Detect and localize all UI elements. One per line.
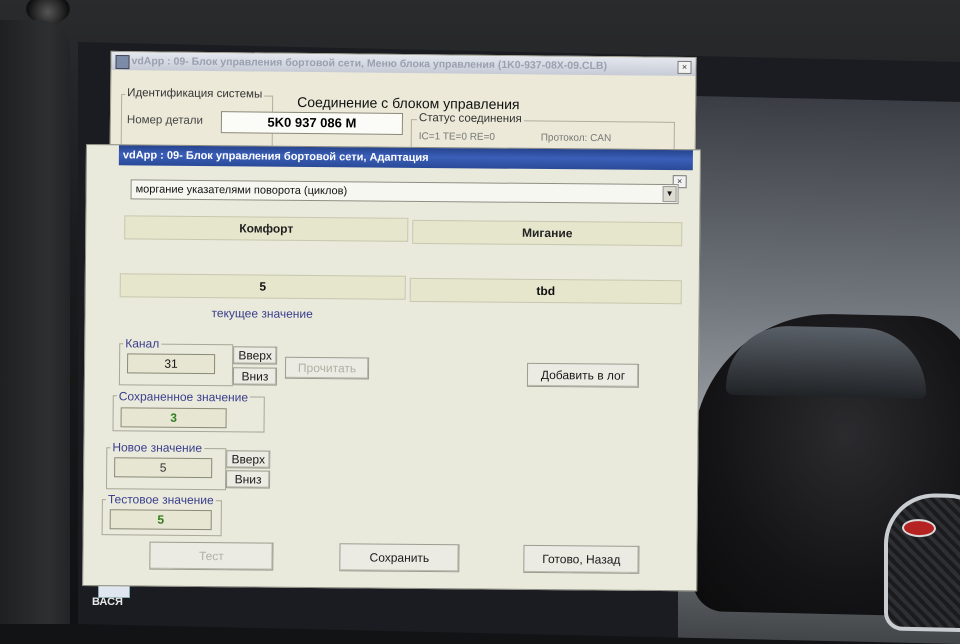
test-value-field: 5	[109, 509, 212, 531]
new-value-input[interactable]: 5	[114, 457, 213, 479]
bezel-edge	[0, 20, 70, 624]
adaptation-channel-select[interactable]: моргание указателями поворота (циклов) ▼	[130, 179, 679, 205]
back-close-icon[interactable]: ×	[677, 60, 692, 75]
channel-input[interactable]: 31	[126, 353, 216, 375]
header-miganie: Мигание	[412, 219, 683, 247]
save-button[interactable]: Сохранить	[339, 543, 460, 573]
read-button[interactable]: Прочитать	[284, 356, 370, 380]
test-button[interactable]: Тест	[149, 541, 274, 571]
adaptation-channel-value: моргание указателями поворота (циклов)	[135, 183, 348, 198]
protocol-text: Протокол: CAN	[540, 132, 612, 145]
connection-heading: Соединение с блоком управления	[297, 93, 520, 113]
new-value-down-button[interactable]: Вниз	[226, 470, 271, 489]
test-value-label: Тестовое значение	[105, 492, 216, 508]
value-miganie: tbd	[409, 277, 682, 305]
adaptation-titlebar: vdApp : 09- Блок управления бортовой сет…	[118, 145, 693, 171]
channel-up-button[interactable]: Вверх	[233, 346, 278, 365]
status-counters: IC=1 TE=0 RE=0	[418, 131, 496, 143]
channel-down-button[interactable]: Вниз	[232, 367, 278, 386]
id-group-title: Идентификация системы	[125, 87, 265, 101]
status-group-title: Статус соединения	[416, 112, 524, 126]
adaptation-window: vdApp : 09- Блок управления бортовой сет…	[82, 144, 701, 592]
new-value-up-button[interactable]: Вверх	[226, 450, 271, 469]
adaptation-title: vdApp : 09- Блок управления бортовой сет…	[122, 149, 429, 164]
new-value-label: Новое значение	[110, 440, 205, 456]
add-to-log-button[interactable]: Добавить в лог	[526, 362, 640, 388]
back-window-title: vdApp : 09- Блок управления бортовой сет…	[131, 55, 608, 73]
value-komfort: 5	[119, 273, 406, 300]
done-back-button[interactable]: Готово, Назад	[523, 544, 640, 574]
part-number-label: Номер детали	[126, 114, 203, 127]
current-value-caption: текущее значение	[211, 306, 313, 321]
saved-value-field: 3	[120, 407, 227, 429]
car-badge	[902, 518, 936, 538]
app-icon	[115, 54, 130, 70]
shortcut-label: ВАСЯ	[92, 596, 123, 608]
chevron-down-icon[interactable]: ▼	[662, 186, 677, 203]
car-grille	[884, 492, 960, 633]
part-number-field: 5K0 937 086 M	[220, 111, 404, 135]
back-window-titlebar: vdApp : 09- Блок управления бортовой сет…	[111, 51, 696, 77]
header-komfort: Комфорт	[124, 215, 409, 242]
channel-label: Канал	[123, 336, 162, 351]
saved-value-label: Сохраненное значение	[116, 389, 251, 405]
